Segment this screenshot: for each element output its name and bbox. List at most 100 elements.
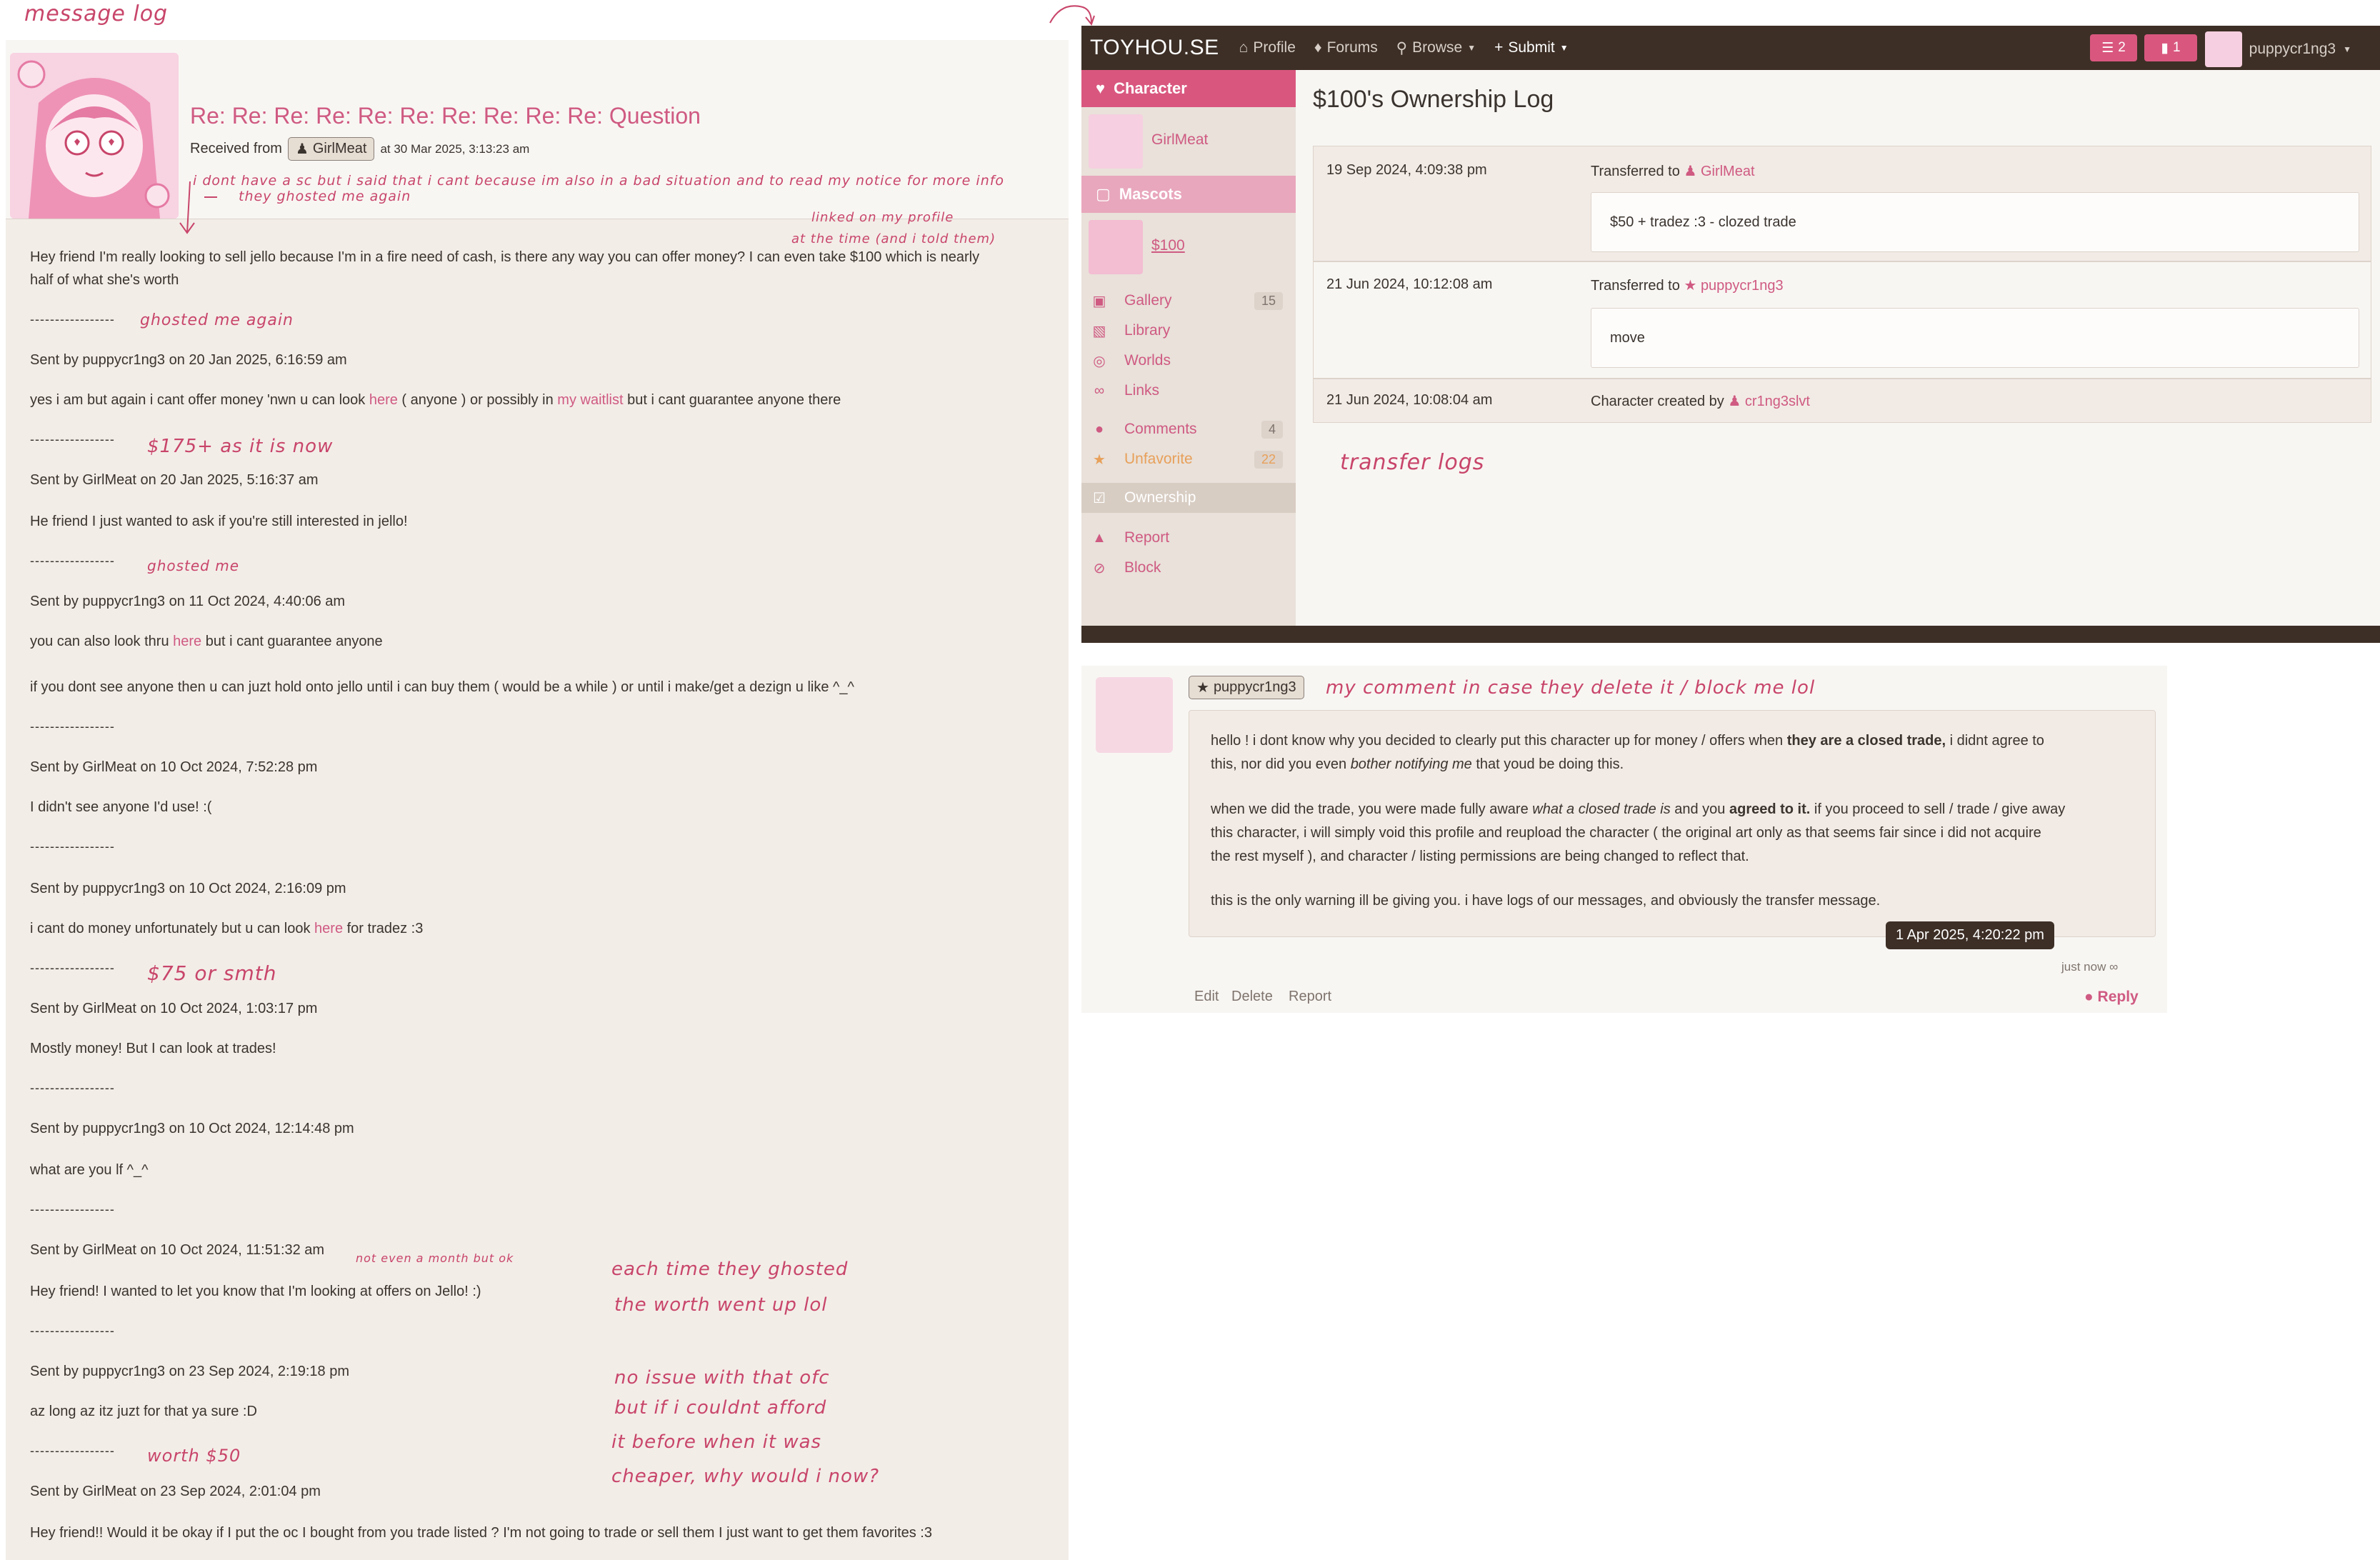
notifications-button[interactable]: ☰ 2: [2090, 34, 2137, 61]
here-link[interactable]: here: [369, 392, 398, 408]
mascot-thumbnail[interactable]: [1089, 220, 1143, 274]
link-icon: ∞: [1094, 382, 1105, 399]
plus-icon: +: [1494, 39, 1504, 56]
footer-bar: [1081, 626, 2380, 643]
sidebar-item-report[interactable]: ▲ Report: [1081, 523, 1296, 553]
received-timestamp: at 30 Mar 2025, 3:13:23 am: [380, 141, 530, 156]
block-icon: ⊘: [1093, 560, 1106, 576]
divider: -----------------: [30, 1081, 115, 1095]
heart-icon: ♥: [1096, 79, 1106, 97]
sidebar-item-links[interactable]: ∞ Links: [1081, 376, 1296, 406]
sent-by: Sent by puppycr1ng3 on 11 Oct 2024, 4:40…: [30, 594, 346, 609]
log-user-link[interactable]: ★ puppycr1ng3: [1684, 278, 1783, 294]
annotation-note: no issue with that ofc: [614, 1367, 830, 1389]
received-line: Received from ♟ GirlMeat at 30 Mar 2025,…: [190, 137, 529, 161]
divider: -----------------: [30, 839, 115, 854]
log-text: Character created by ♟ cr1ng3slvt: [1591, 394, 1810, 409]
user-icon: ♟: [295, 141, 309, 157]
divider: -----------------: [30, 432, 115, 446]
delete-button[interactable]: Delete: [1231, 989, 1273, 1005]
log-user-link[interactable]: ♟ GirlMeat: [1684, 164, 1754, 179]
sidebar-item-comments[interactable]: ● Comments 4: [1081, 414, 1296, 444]
commenter-badge[interactable]: ★ puppycr1ng3: [1189, 676, 1304, 699]
report-button[interactable]: Report: [1289, 989, 1331, 1005]
comments-count: 4: [1261, 420, 1283, 439]
globe-icon: ◎: [1093, 353, 1106, 369]
commenter-name: puppycr1ng3: [1213, 679, 1296, 695]
comment-paragraph: this is the only warning ill be giving y…: [1211, 893, 1881, 909]
annotation-arrow: [179, 181, 217, 234]
sidebar-item-library[interactable]: ▧ Library: [1081, 316, 1296, 346]
sidebar-mascots-header[interactable]: ▢ Mascots: [1081, 176, 1296, 213]
nav-browse[interactable]: ⚲ Browse ▼: [1396, 39, 1476, 57]
character-thumbnail[interactable]: [1089, 114, 1143, 169]
star-icon: ★: [1196, 680, 1209, 696]
waitlist-link[interactable]: my waitlist: [557, 392, 623, 408]
log-date: 21 Jun 2024, 10:08:04 am: [1326, 392, 1493, 408]
list-icon: ☰: [2101, 40, 2114, 56]
nav-profile[interactable]: ⌂ Profile: [1239, 39, 1296, 56]
annotation-note: each time they ghosted: [611, 1259, 849, 1280]
reply-button[interactable]: ● Reply: [2084, 989, 2139, 1006]
character-link[interactable]: GirlMeat: [1151, 131, 1208, 149]
ownership-main: $100's Ownership Log 19 Sep 2024, 4:09:3…: [1296, 70, 2380, 626]
sender-name: GirlMeat: [312, 141, 367, 156]
msg-line: yes i am but again i cant offer money 'n…: [30, 392, 841, 408]
comment-paragraph: hello ! i dont know why you decided to c…: [1211, 733, 2044, 772]
sent-by: Sent by puppycr1ng3 on 23 Sep 2024, 2:19…: [30, 1364, 350, 1379]
page-title: $100's Ownership Log: [1313, 86, 1554, 113]
mascot-link[interactable]: $100: [1151, 237, 1185, 254]
commenter-avatar[interactable]: [1096, 677, 1173, 753]
character-sidebar: ♥ Character GirlMeat ▢ Mascots $100 ▣ Galle…: [1081, 70, 1296, 626]
sender-badge[interactable]: ♟ GirlMeat: [287, 137, 375, 161]
annotation-note: cheaper, why would i now?: [611, 1466, 880, 1487]
log-note: move: [1591, 308, 2359, 368]
folder-icon: ▢: [1096, 185, 1111, 203]
comment-icon: ●: [1094, 421, 1104, 437]
edit-button[interactable]: Edit: [1194, 989, 1219, 1005]
divider: -----------------: [30, 554, 115, 568]
annotation-note: ghosted me: [147, 557, 240, 574]
messages-button[interactable]: ▮ 1: [2144, 34, 2197, 61]
sidebar-item-block[interactable]: ⊘ Block: [1081, 553, 1296, 583]
message-log-panel: Re: Re: Re: Re: Re: Re: Re: Re: Re: Re: …: [6, 40, 1069, 1560]
msg-line: you can also look thru here but i cant g…: [30, 634, 383, 649]
sidebar-item-unfavorite[interactable]: ★ Unfavorite 22: [1081, 444, 1296, 474]
warning-icon: ▲: [1092, 529, 1106, 546]
here-link[interactable]: here: [173, 634, 201, 649]
sidebar-item-worlds[interactable]: ◎ Worlds: [1081, 346, 1296, 376]
star-icon: ★: [1093, 451, 1106, 468]
comment-block: ★ puppycr1ng3 hello ! i dont know why you…: [1081, 666, 2167, 1013]
divider: -----------------: [30, 961, 115, 975]
comment-icon: ●: [2084, 989, 2094, 1005]
comment-time[interactable]: just now ∞: [2061, 960, 2118, 974]
msg-line: I didn't see anyone I'd use! :(: [30, 799, 212, 815]
nav-forums[interactable]: ♦ Forums: [1314, 39, 1378, 56]
site-logo[interactable]: TOYHOU.SE: [1090, 36, 1219, 60]
sidebar-item-ownership[interactable]: ☑ Ownership: [1081, 483, 1296, 513]
nav-submit[interactable]: + Submit ▼: [1494, 39, 1569, 56]
gallery-count: 15: [1254, 291, 1283, 310]
sender-avatar: [10, 53, 179, 219]
user-menu[interactable]: puppycr1ng3 ▼: [2204, 31, 2351, 67]
message-body: Hey friend I'm really looking to sell je…: [6, 219, 1069, 1560]
annotation-note: it before when it was: [611, 1431, 822, 1453]
log-user-link[interactable]: ♟ cr1ng3slvt: [1728, 394, 1810, 409]
sidebar-item-gallery[interactable]: ▣ Gallery 15: [1081, 286, 1296, 316]
favorites-count: 22: [1254, 450, 1283, 469]
timestamp-tooltip: 1 Apr 2025, 4:20:22 pm: [1886, 921, 2054, 949]
annotation-note: ghosted me again: [140, 311, 294, 329]
home-icon: ⌂: [1239, 39, 1249, 56]
sidebar-character-header[interactable]: ♥ Character: [1081, 70, 1296, 107]
msg-line: what are you lf ^_^: [30, 1162, 149, 1178]
comments-icon: ♦: [1314, 39, 1322, 56]
message-title: Re: Re: Re: Re: Re: Re: Re: Re: Re: Re: …: [190, 103, 701, 129]
sent-by: Sent by GirlMeat on 20 Jan 2025, 5:16:37…: [30, 472, 319, 488]
divider: -----------------: [30, 1324, 115, 1338]
log-row: 19 Sep 2024, 4:09:38 pm Transferred to ♟…: [1313, 146, 2371, 261]
here-link[interactable]: here: [314, 921, 343, 936]
divider: -----------------: [30, 1202, 115, 1216]
annotation-message-log: message log: [24, 1, 169, 26]
annotation-note: at the time (and i told them): [791, 231, 996, 246]
log-date: 19 Sep 2024, 4:09:38 pm: [1326, 162, 1487, 178]
